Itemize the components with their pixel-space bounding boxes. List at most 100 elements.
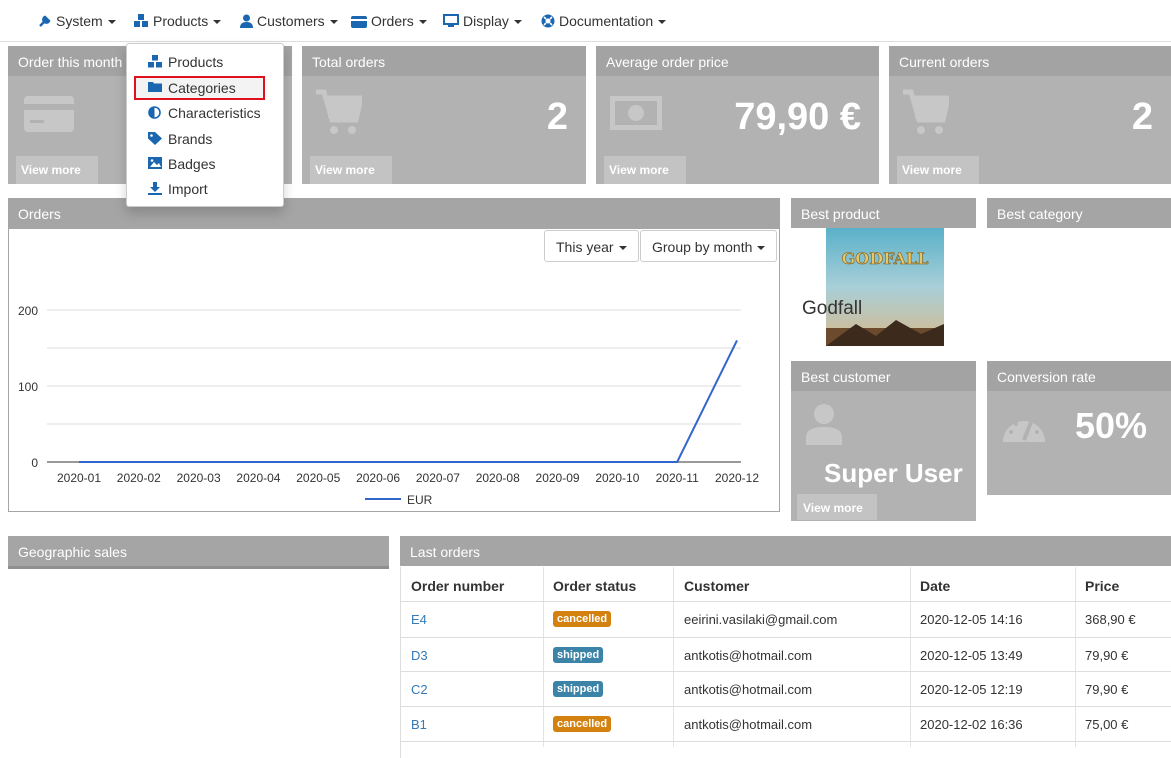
menu-item-import[interactable]: Import [126, 177, 284, 201]
customer-email: antkotis@hotmail.com [684, 682, 813, 697]
view-more-link[interactable]: View more [16, 156, 98, 184]
nav-customers-label: Customers [257, 13, 325, 29]
group-label: Group by month [652, 239, 753, 255]
nav-orders-label: Orders [371, 13, 414, 29]
period-label: This year [556, 239, 614, 255]
nav-customers[interactable]: Customers [240, 13, 338, 29]
nav-orders[interactable]: Orders [351, 13, 427, 29]
nav-system[interactable]: System [38, 13, 116, 29]
adjust-icon [148, 106, 161, 119]
monitor-icon [443, 14, 459, 27]
view-more-link[interactable]: View more [897, 156, 979, 184]
x-tick-label: 2020-02 [117, 471, 161, 485]
nav-products-label: Products [153, 13, 209, 29]
column-header-order-status[interactable]: Order status [553, 578, 636, 594]
cubes-icon [134, 14, 148, 27]
image-icon [148, 157, 162, 169]
stat-title: Total orders [302, 46, 586, 76]
menu-item-characteristics[interactable]: Characteristics [126, 101, 284, 125]
order-date: 2020-12-02 16:36 [920, 717, 1023, 732]
nav-display[interactable]: Display [443, 13, 522, 29]
x-tick-label: 2020-09 [536, 471, 580, 485]
x-tick-label: 2020-03 [177, 471, 221, 485]
order-price: 79,90 € [1085, 648, 1129, 663]
order-number-link[interactable]: E4 [411, 612, 427, 627]
y-tick-label: 100 [18, 380, 38, 394]
menu-item-label: Brands [168, 131, 213, 147]
conversion-rate-title: Conversion rate [987, 361, 1171, 391]
nav-system-label: System [56, 13, 103, 29]
order-number-link[interactable]: B1 [411, 717, 427, 732]
view-more-link[interactable]: View more [604, 156, 686, 184]
group-dropdown-button[interactable]: Group by month [640, 230, 778, 262]
nav-documentation[interactable]: Documentation [541, 13, 667, 29]
view-more-link[interactable]: View more [797, 494, 877, 520]
x-tick-label: 2020-12 [715, 471, 759, 485]
last-orders-title: Last orders [400, 536, 1171, 566]
status-badge: shipped [553, 647, 604, 663]
best-customer-name: Super User [824, 458, 963, 488]
menu-item-label: Import [168, 181, 208, 197]
tag-icon [148, 132, 162, 145]
stat-title: Current orders [889, 46, 1171, 76]
column-header-date[interactable]: Date [920, 578, 950, 594]
y-tick-label: 200 [18, 304, 38, 318]
x-tick-label: 2020-10 [595, 471, 639, 485]
cubes-icon [148, 55, 162, 68]
svg-text:GODFALL: GODFALL [842, 249, 929, 268]
stat-value: 79,90 € [734, 96, 861, 138]
view-more-link[interactable]: View more [310, 156, 392, 184]
x-tick-label: 2020-04 [236, 471, 280, 485]
conversion-rate-value: 50% [1075, 405, 1148, 446]
x-tick-label: 2020-11 [656, 471, 699, 485]
orders-line-chart: 200 100 0 2020-01 2020-02 2020-03 2020-04 2020-… [18, 304, 759, 507]
order-price: 368,90 € [1085, 612, 1136, 627]
menu-item-categories[interactable]: Categories [126, 76, 284, 100]
menu-item-label: Categories [168, 80, 236, 96]
column-header-customer[interactable]: Customer [684, 578, 749, 594]
orders-panel-title: Orders [8, 198, 780, 228]
download-icon [148, 182, 162, 195]
order-number-link[interactable]: D3 [411, 648, 428, 663]
series-line-eur [79, 339, 738, 463]
column-header-price[interactable]: Price [1085, 578, 1119, 594]
geographic-sales-title: Geographic sales [8, 536, 389, 569]
x-tick-label: 2020-08 [476, 471, 520, 485]
money-icon [610, 96, 662, 130]
menu-item-badges[interactable]: Badges [126, 152, 284, 176]
dashboard-gauge-icon [1003, 421, 1045, 442]
status-badge: shipped [553, 681, 604, 697]
wrench-icon [39, 15, 51, 27]
menu-item-products[interactable]: Products [126, 50, 284, 74]
stat-value: 2 [546, 96, 568, 138]
order-date: 2020-12-05 13:49 [920, 648, 1023, 663]
order-number-link[interactable]: C2 [411, 682, 428, 697]
menu-item-brands[interactable]: Brands [126, 127, 284, 151]
order-price: 79,90 € [1085, 682, 1129, 697]
user-icon [240, 14, 253, 28]
period-dropdown-button[interactable]: This year [544, 230, 639, 262]
folder-icon [148, 82, 162, 92]
stat-current-orders: Current orders 2 View more [889, 46, 1171, 184]
order-price: 75,00 € [1085, 717, 1129, 732]
nav-products[interactable]: Products [134, 13, 222, 29]
best-product-name: Godfall [802, 298, 863, 319]
menu-item-label: Badges [168, 156, 216, 172]
x-tick-label: 2020-06 [356, 471, 400, 485]
column-header-order-number[interactable]: Order number [411, 578, 504, 594]
stat-average-order-price: Average order price 79,90 € View more [596, 46, 879, 184]
lifebuoy-icon [541, 14, 555, 28]
legend-label: EUR [407, 493, 433, 507]
nav-documentation-label: Documentation [559, 13, 654, 29]
credit-card-icon [24, 96, 74, 132]
order-date: 2020-12-05 12:19 [920, 682, 1023, 697]
status-badge: cancelled [553, 611, 612, 627]
best-customer-title: Best customer [791, 361, 976, 391]
nav-display-label: Display [463, 13, 509, 29]
best-product-image[interactable]: GODFALL [826, 228, 944, 346]
stat-total-orders: Total orders 2 View more [302, 46, 586, 184]
order-date: 2020-12-05 14:16 [920, 612, 1023, 627]
menu-item-label: Products [168, 54, 224, 70]
top-navbar: System Products Customers Orders Display… [0, 0, 1171, 42]
stat-title: Average order price [596, 46, 879, 76]
